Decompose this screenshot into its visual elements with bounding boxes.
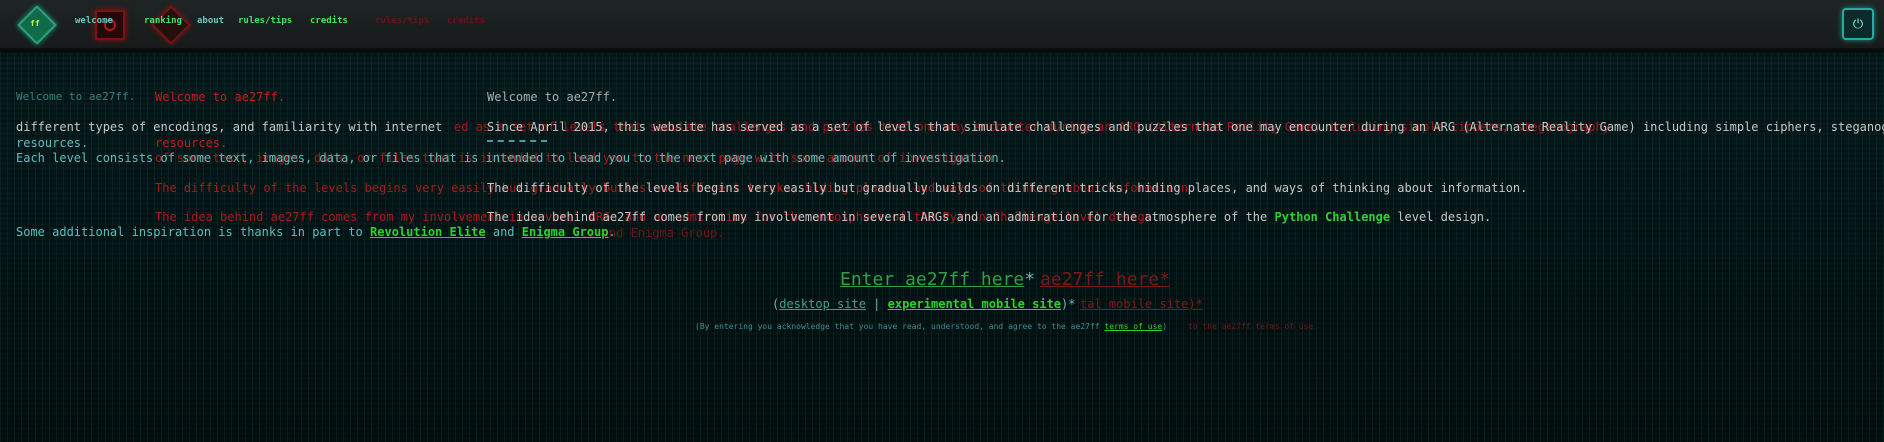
right-line-b: The difficulty of the levels begins very… [487,181,1528,195]
site-options: (desktop site | experimental mobile site… [772,297,1075,311]
mobile-site-link[interactable]: experimental mobile site [888,297,1061,311]
enter-asterisk: * [1024,269,1036,290]
period: . [608,225,616,239]
right-line-c-end: level design. [1397,210,1492,224]
ae27ff-logo[interactable]: ff [17,5,57,45]
desktop-site-link[interactable]: desktop site [779,297,866,311]
matrix-background [0,52,1884,442]
ghost-line-b: resources. [155,136,228,150]
left-line-d-text: Some additional inspiration is thanks in… [16,225,363,239]
ghost-enter: ae27ff here* [1040,269,1171,290]
ghost-mobile-text: tal mobile site [1080,297,1189,311]
left-line-a: different types of encodings, and famili… [16,120,443,134]
nav-ranking[interactable]: ranking [144,16,182,26]
right-heading: Welcome to ae27ff. [487,90,618,104]
nav-rules[interactable]: rules/tips [238,16,292,26]
nav-ghost-rules: rules/tips [375,16,430,26]
enigma-group-link[interactable]: Enigma Group [522,225,609,239]
disclaimer-text: (By entering you acknowledge that you ha… [695,322,1100,331]
right-line-c-text: The idea behind ae27ff comes from my inv… [487,210,1268,224]
power-icon: ⏻ [1852,16,1864,32]
and-text: and [492,225,515,239]
power-button[interactable]: ⏻ [1842,8,1874,40]
nav-ghost-credits: credits [447,16,485,26]
separator: | [873,297,881,311]
ghost-disclaimer: to the ae27ff terms of use [1188,322,1314,331]
enter-link[interactable]: Enter ae27ff here [840,269,1024,290]
logo-text: ff [30,18,40,28]
top-navbar: ff welcome ranking about rules/tips cred… [0,0,1884,50]
ghost-mobile: tal mobile site)* [1080,297,1203,311]
terms-link[interactable]: terms of use [1104,322,1162,331]
nav-credits[interactable]: credits [310,16,348,26]
disclaimer-end: ) [1162,322,1168,331]
right-line-a: Since April 2015, this website has serve… [487,120,1884,134]
nav-welcome[interactable]: welcome [75,16,113,26]
ghost-close: )* [1188,297,1203,311]
enter-row: Enter ae27ff here* [840,269,1035,290]
left-line-b: resources. [16,136,89,150]
python-challenge-text: Python Challenge [1274,210,1391,224]
nav-about[interactable]: about [197,16,224,26]
ghost-heading: Welcome to ae27ff. [155,90,286,104]
close-paren: )* [1061,297,1076,311]
left-line-c: Each level consists of some text, images… [16,151,1006,165]
revolution-elite-link[interactable]: Revolution Elite [370,225,486,239]
heading-underline [487,140,547,142]
left-heading: Welcome to ae27ff. [16,90,136,103]
right-line-c: The idea behind ae27ff comes from my inv… [487,210,1491,224]
left-line-d: Some additional inspiration is thanks in… [16,225,616,239]
disclaimer: (By entering you acknowledge that you ha… [695,322,1167,331]
